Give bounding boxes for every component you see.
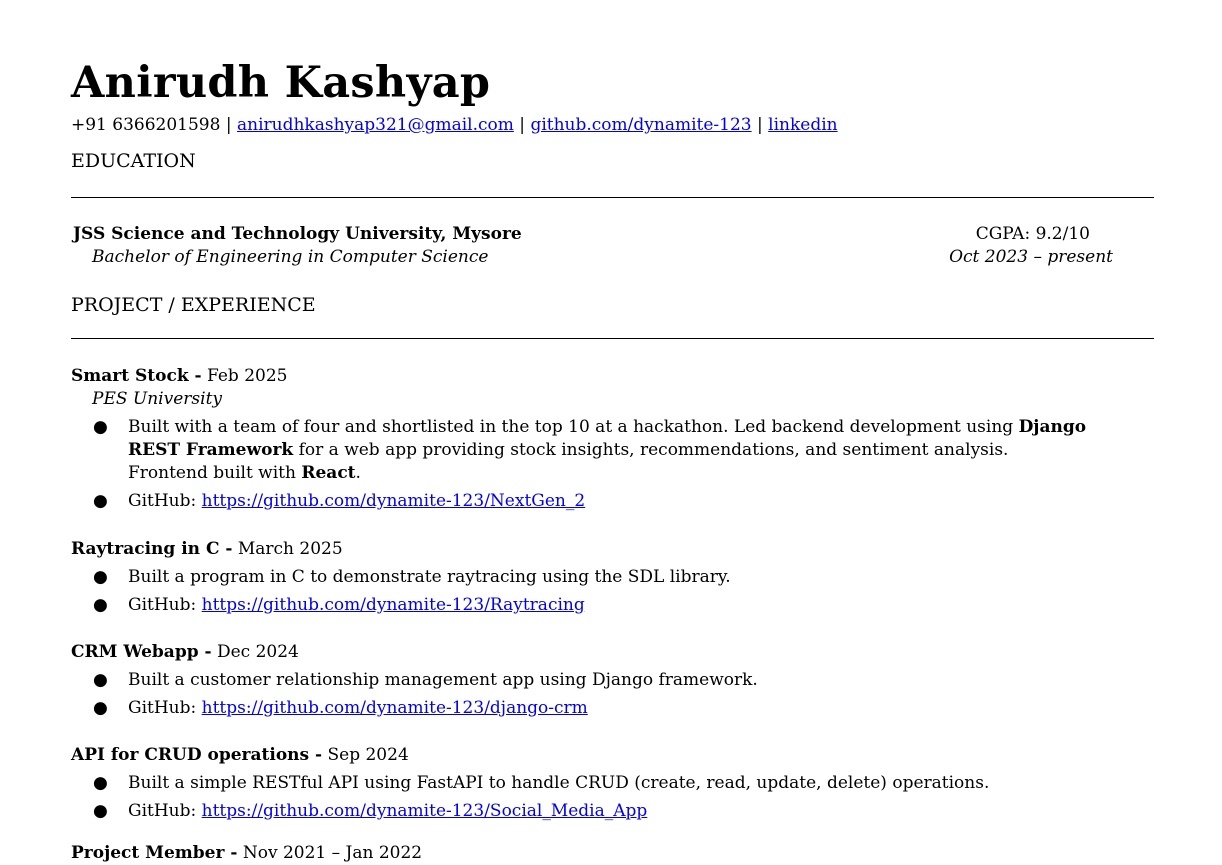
separator: | <box>513 115 531 135</box>
education-heading: EDUCATION <box>71 150 196 172</box>
project-entry-crm: CRM Webapp - Dec 2024 ● Built a customer… <box>71 641 1154 720</box>
list-item: ● GitHub: https://github.com/dynamite-12… <box>71 594 1088 617</box>
cgpa-value: CGPA: 9.2/10 <box>975 224 1090 244</box>
project-name: Project Member - <box>71 843 238 863</box>
list-item: ● GitHub: https://github.com/dynamite-12… <box>71 800 1088 823</box>
experience-heading: PROJECT / EXPERIENCE <box>71 294 316 316</box>
project-bullets: ● Built with a team of four and shortlis… <box>71 416 1154 513</box>
bullet-icon: ● <box>93 491 108 511</box>
project-name: CRM Webapp - <box>71 642 212 662</box>
project-bullets: ● Built a simple RESTful API using FastA… <box>71 772 1154 823</box>
project-name: Smart Stock - <box>71 366 202 386</box>
github-label: GitHub: <box>128 595 202 615</box>
github-profile-link[interactable]: github.com/dynamite-123 <box>530 115 751 135</box>
project-name: API for CRUD operations - <box>71 745 323 765</box>
bullet-icon: ● <box>93 773 108 793</box>
project-header: Smart Stock - Feb 2025 <box>71 365 1154 388</box>
project-entry-smart-stock: Smart Stock - Feb 2025 PES University ● … <box>71 365 1154 513</box>
degree-name: Bachelor of Engineering in Computer Scie… <box>92 247 489 267</box>
github-label: GitHub: <box>128 491 202 511</box>
list-item: ● Built a customer relationship manageme… <box>71 669 1088 692</box>
linkedin-link[interactable]: linkedin <box>768 115 837 135</box>
project-name: Raytracing in C - <box>71 539 233 559</box>
project-header: Raytracing in C - March 2025 <box>71 538 1154 561</box>
list-item: ● Built a program in C to demonstrate ra… <box>71 566 1088 589</box>
repo-link[interactable]: https://github.com/dynamite-123/Raytraci… <box>202 595 585 615</box>
project-header: CRM Webapp - Dec 2024 <box>71 641 1154 664</box>
project-organization: PES University <box>92 389 222 409</box>
github-label: GitHub: <box>128 801 202 821</box>
project-entry-member: Project Member - Nov 2021 – Jan 2022 <box>71 842 1154 865</box>
bullet-icon: ● <box>93 567 108 587</box>
bullet-icon: ● <box>93 698 108 718</box>
project-entry-raytracing: Raytracing in C - March 2025 ● Built a p… <box>71 538 1154 617</box>
list-item: ● GitHub: https://github.com/dynamite-12… <box>71 697 1088 720</box>
bullet-icon: ● <box>93 670 108 690</box>
list-item: ● Built a simple RESTful API using FastA… <box>71 772 1088 795</box>
school-name: JSS Science and Technology University, M… <box>73 224 522 244</box>
description-bold: React <box>301 463 356 483</box>
project-date: Dec 2024 <box>216 642 299 662</box>
repo-link[interactable]: https://github.com/dynamite-123/django-c… <box>202 698 588 718</box>
description-text: Built a simple RESTful API using FastAPI… <box>128 773 990 793</box>
description-text: Built a program in C to demonstrate rayt… <box>128 567 731 587</box>
github-label: GitHub: <box>128 698 202 718</box>
education-dates: Oct 2023 – present <box>949 247 1113 267</box>
repo-link[interactable]: https://github.com/dynamite-123/Social_M… <box>202 801 648 821</box>
project-date: Feb 2025 <box>207 366 288 386</box>
separator: | <box>751 115 769 135</box>
description-text: Built a customer relationship management… <box>128 670 758 690</box>
list-item: ● Built with a team of four and shortlis… <box>71 416 1088 485</box>
project-bullets: ● Built a customer relationship manageme… <box>71 669 1154 720</box>
bullet-icon: ● <box>93 417 108 437</box>
separator: | <box>220 115 237 135</box>
repo-link[interactable]: https://github.com/dynamite-123/NextGen_… <box>202 491 586 511</box>
project-date: March 2025 <box>237 539 343 559</box>
list-item: ● GitHub: https://github.com/dynamite-12… <box>71 490 1088 513</box>
contact-line: +91 6366201598 | anirudhkashyap321@gmail… <box>71 115 838 135</box>
project-entry-crud-api: API for CRUD operations - Sep 2024 ● Bui… <box>71 744 1154 823</box>
description-text: Built with a team of four and shortliste… <box>128 417 1019 437</box>
bullet-icon: ● <box>93 801 108 821</box>
project-date: Nov 2021 – Jan 2022 <box>242 843 423 863</box>
description-text: . <box>355 463 361 483</box>
bullet-icon: ● <box>93 595 108 615</box>
candidate-name: Anirudh Kashyap <box>71 58 491 108</box>
project-bullets: ● Built a program in C to demonstrate ra… <box>71 566 1154 617</box>
section-divider <box>71 197 1154 198</box>
project-header: API for CRUD operations - Sep 2024 <box>71 744 1154 767</box>
section-divider <box>71 338 1154 339</box>
email-link[interactable]: anirudhkashyap321@gmail.com <box>237 115 514 135</box>
project-date: Sep 2024 <box>327 745 409 765</box>
project-header: Project Member - Nov 2021 – Jan 2022 <box>71 842 1154 865</box>
phone-number: +91 6366201598 <box>71 115 221 135</box>
